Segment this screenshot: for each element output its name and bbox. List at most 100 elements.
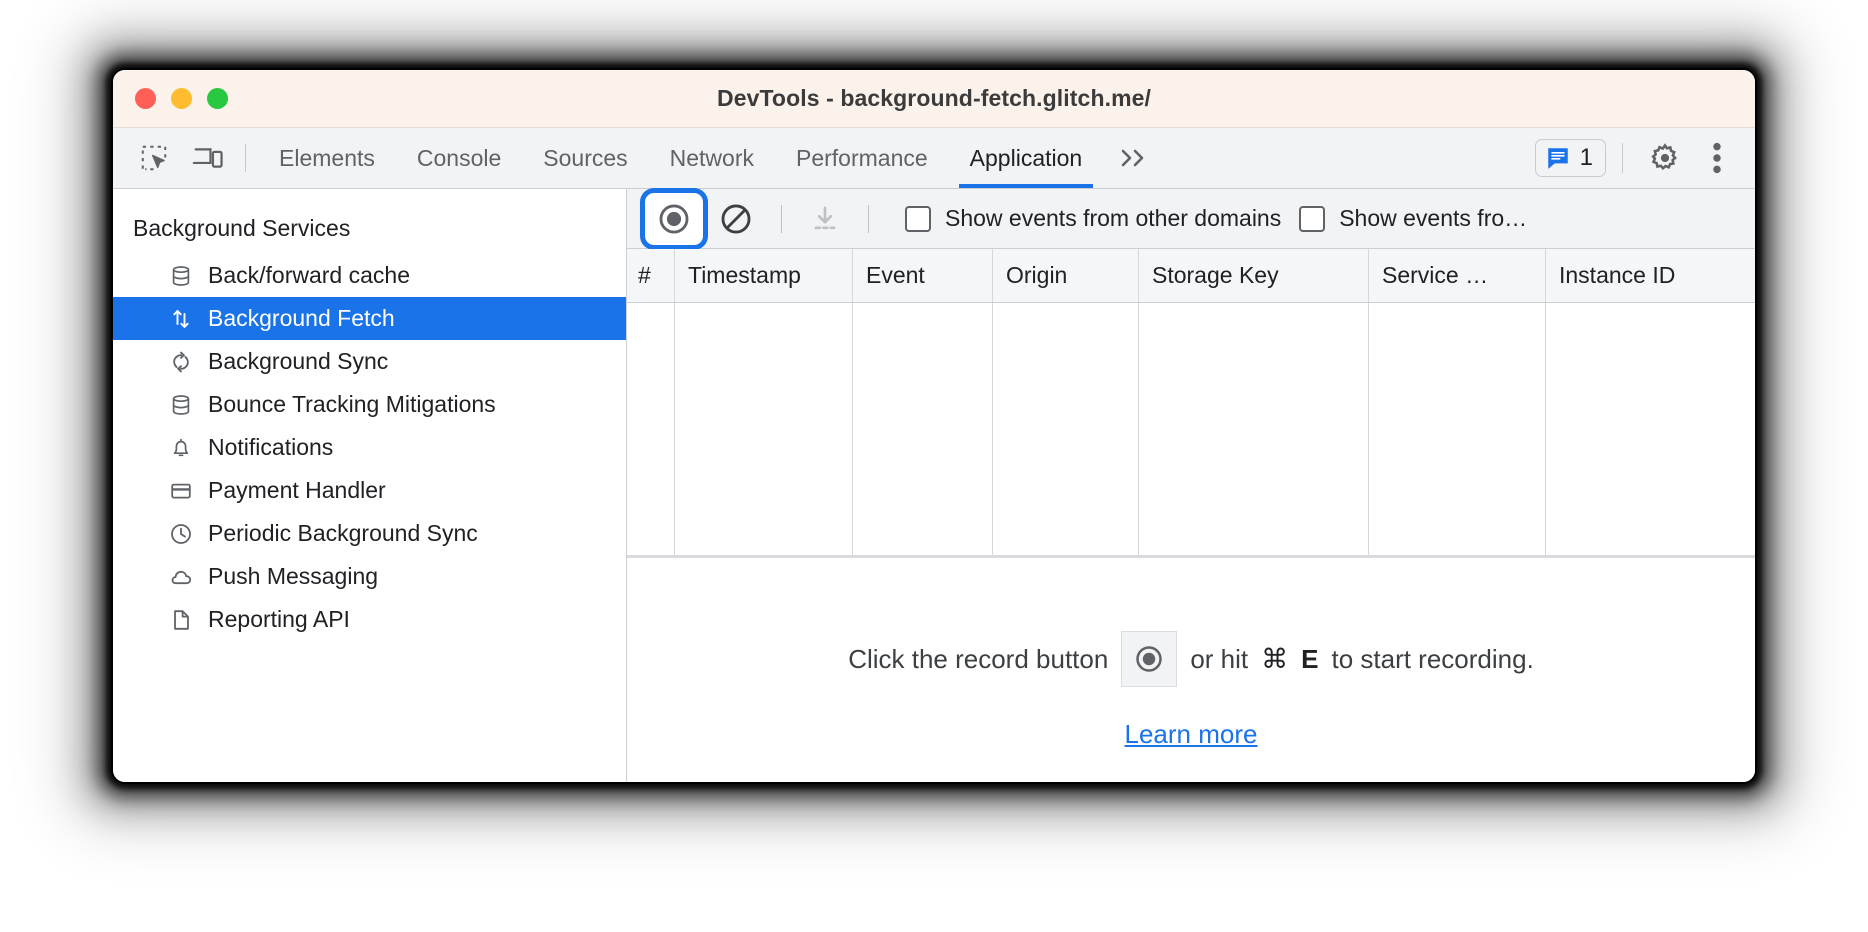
sidebar-item-label: Background Fetch [208, 305, 395, 331]
empty-state-text-before: Click the record button [848, 643, 1109, 674]
screenshot-root: DevTools - background-fetch.glitch.me/ E… [0, 0, 1868, 932]
panel-tabs: Elements Console Sources Network Perform… [258, 128, 1535, 188]
empty-state: Click the record button or hit ⌘ E to st… [627, 558, 1755, 782]
shortcut-cmd-key: ⌘ [1261, 643, 1289, 674]
empty-state-text-after: to start recording. [1331, 643, 1534, 674]
sidebar-item-label: Notifications [208, 434, 334, 460]
shortcut-letter-key: E [1301, 643, 1319, 674]
column-header-storage-key[interactable]: Storage Key [1139, 249, 1369, 302]
record-button[interactable] [645, 192, 703, 245]
window-title: DevTools - background-fetch.glitch.me/ [716, 85, 1152, 111]
grid-column [1139, 303, 1369, 555]
checkbox-box [1299, 205, 1326, 232]
tab-performance[interactable]: Performance [775, 128, 949, 188]
column-header-event[interactable]: Event [853, 249, 993, 302]
devtools-main-toolbar: Elements Console Sources Network Perform… [113, 128, 1755, 189]
empty-state-message: Click the record button or hit ⌘ E to st… [848, 631, 1534, 687]
tab-sources[interactable]: Sources [522, 128, 648, 188]
more-tabs-chevron-icon[interactable] [1103, 128, 1165, 188]
devtools-window: DevTools - background-fetch.glitch.me/ E… [113, 70, 1755, 782]
message-bubble-icon [1547, 148, 1568, 169]
background-fetch-panel: Show events from other domains Show even… [627, 189, 1755, 782]
show-events-from-other-storage-partitions-checkbox[interactable]: Show events fro… [1299, 205, 1527, 232]
gear-icon[interactable] [1639, 132, 1691, 184]
tab-label: Elements [279, 144, 375, 171]
events-table-header: # Timestamp Event Origin Storage Key Ser… [627, 249, 1755, 303]
sidebar-item-label: Back/forward cache [208, 262, 410, 288]
checkbox-label: Show events fro… [1339, 205, 1528, 231]
column-header-instance-id[interactable]: Instance ID [1546, 249, 1755, 302]
record-circle-icon [1136, 646, 1163, 672]
clock-icon [168, 522, 194, 546]
arrows-up-down-icon [168, 307, 194, 331]
document-icon [168, 608, 194, 632]
toolbar-right-divider [1622, 143, 1623, 173]
sidebar-item-label: Push Messaging [208, 563, 379, 589]
tab-label: Network [669, 144, 754, 171]
grid-column [675, 303, 853, 555]
sidebar-item-periodic-background-sync[interactable]: Periodic Background Sync [113, 512, 626, 555]
panel-toolbar-divider [781, 204, 782, 233]
learn-more-link[interactable]: Learn more [1125, 719, 1258, 750]
column-header-service-worker-scope[interactable]: Service … [1369, 249, 1546, 302]
sidebar-item-label: Payment Handler [208, 477, 386, 503]
toolbar-divider [245, 144, 246, 172]
cloud-icon [168, 565, 194, 589]
console-message-count: 1 [1579, 144, 1593, 171]
sidebar-item-label: Bounce Tracking Mitigations [208, 391, 496, 417]
sidebar-item-background-sync[interactable]: Background Sync [113, 340, 626, 383]
tab-network[interactable]: Network [649, 128, 775, 188]
sidebar-item-push-messaging[interactable]: Push Messaging [113, 555, 626, 598]
grid-column [1369, 303, 1546, 555]
clear-no-entry-icon [721, 204, 751, 233]
console-messages-badge[interactable]: 1 [1534, 139, 1606, 177]
column-header-timestamp[interactable]: Timestamp [675, 249, 853, 302]
panel-toolbar: Show events from other domains Show even… [627, 189, 1755, 249]
checkbox-label: Show events from other domains [945, 205, 1282, 231]
device-toolbar-icon[interactable] [181, 128, 235, 188]
tab-elements[interactable]: Elements [258, 128, 396, 188]
grid-column [993, 303, 1139, 555]
bell-icon [168, 436, 194, 460]
application-sidebar: Background Services Back/forward cache B… [113, 189, 627, 782]
tab-application[interactable]: Application [949, 128, 1104, 188]
grid-column [853, 303, 993, 555]
panel-toolbar-divider-2 [868, 204, 869, 233]
download-button[interactable] [800, 194, 850, 244]
empty-state-text-middle: or hit [1190, 643, 1249, 674]
sidebar-item-payment-handler[interactable]: Payment Handler [113, 469, 626, 512]
grid-column [1546, 303, 1755, 555]
sidebar-item-label: Periodic Background Sync [208, 520, 478, 546]
column-header-origin[interactable]: Origin [993, 249, 1139, 302]
sync-arrows-icon [168, 350, 194, 374]
sidebar-item-reporting-api[interactable]: Reporting API [113, 598, 626, 641]
sidebar-section-title: Background Services [133, 215, 351, 241]
sidebar-item-background-fetch[interactable]: Background Fetch [113, 297, 626, 340]
devtools-body: Background Services Back/forward cache B… [113, 189, 1755, 782]
tab-label: Sources [543, 144, 628, 171]
checkbox-box [905, 205, 931, 232]
three-dots-vertical-icon[interactable] [1691, 132, 1743, 184]
tab-label: Application [969, 144, 1083, 171]
database-icon [168, 393, 194, 417]
column-header-index[interactable]: # [627, 249, 675, 302]
record-circle-icon [659, 204, 689, 233]
clear-button[interactable] [709, 193, 763, 245]
inline-record-button[interactable] [1121, 631, 1178, 687]
sidebar-item-bounce-tracking-mitigations[interactable]: Bounce Tracking Mitigations [113, 383, 626, 426]
inspect-element-icon[interactable] [127, 128, 181, 188]
window-titlebar: DevTools - background-fetch.glitch.me/ [113, 70, 1755, 128]
sidebar-item-notifications[interactable]: Notifications [113, 426, 626, 469]
credit-card-icon [168, 479, 194, 503]
sidebar-item-back-forward-cache[interactable]: Back/forward cache [113, 254, 626, 297]
toolbar-right-group: 1 [1534, 128, 1749, 188]
events-table-body [627, 303, 1755, 558]
sidebar-item-label: Reporting API [208, 606, 350, 632]
download-icon [814, 205, 836, 229]
grid-column [627, 303, 675, 555]
tab-label: Console [416, 144, 502, 171]
show-events-other-domains-checkbox[interactable]: Show events from other domains [905, 205, 1281, 232]
sidebar-item-label: Background Sync [208, 348, 389, 374]
tab-console[interactable]: Console [396, 128, 522, 188]
database-icon [168, 264, 194, 288]
